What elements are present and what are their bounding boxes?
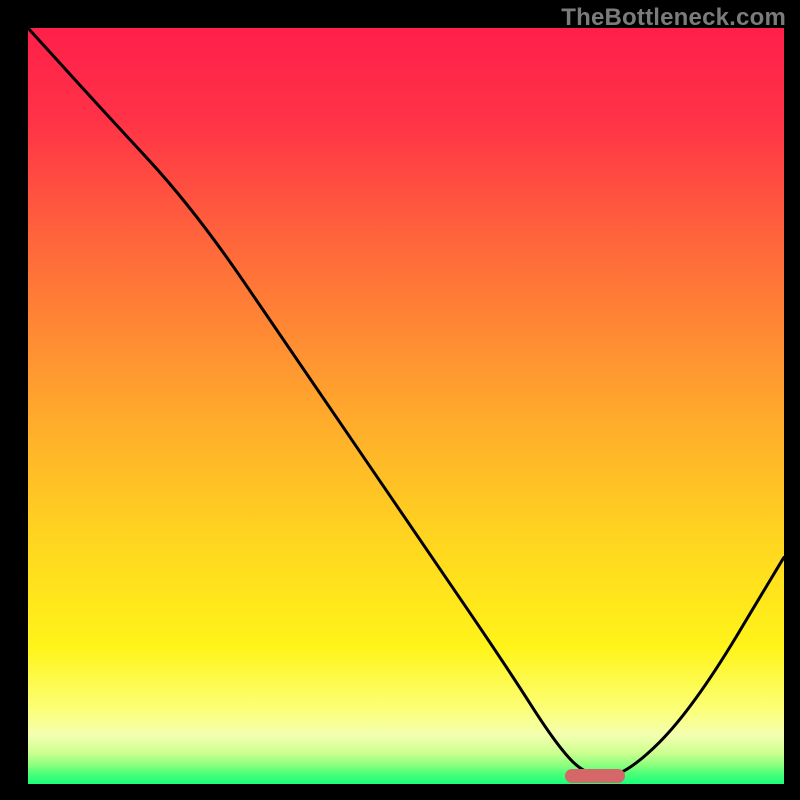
optimal-marker [565,769,625,783]
bottleneck-curve [28,28,784,784]
plot-area [28,28,784,784]
outer-frame: TheBottleneck.com [0,0,800,800]
